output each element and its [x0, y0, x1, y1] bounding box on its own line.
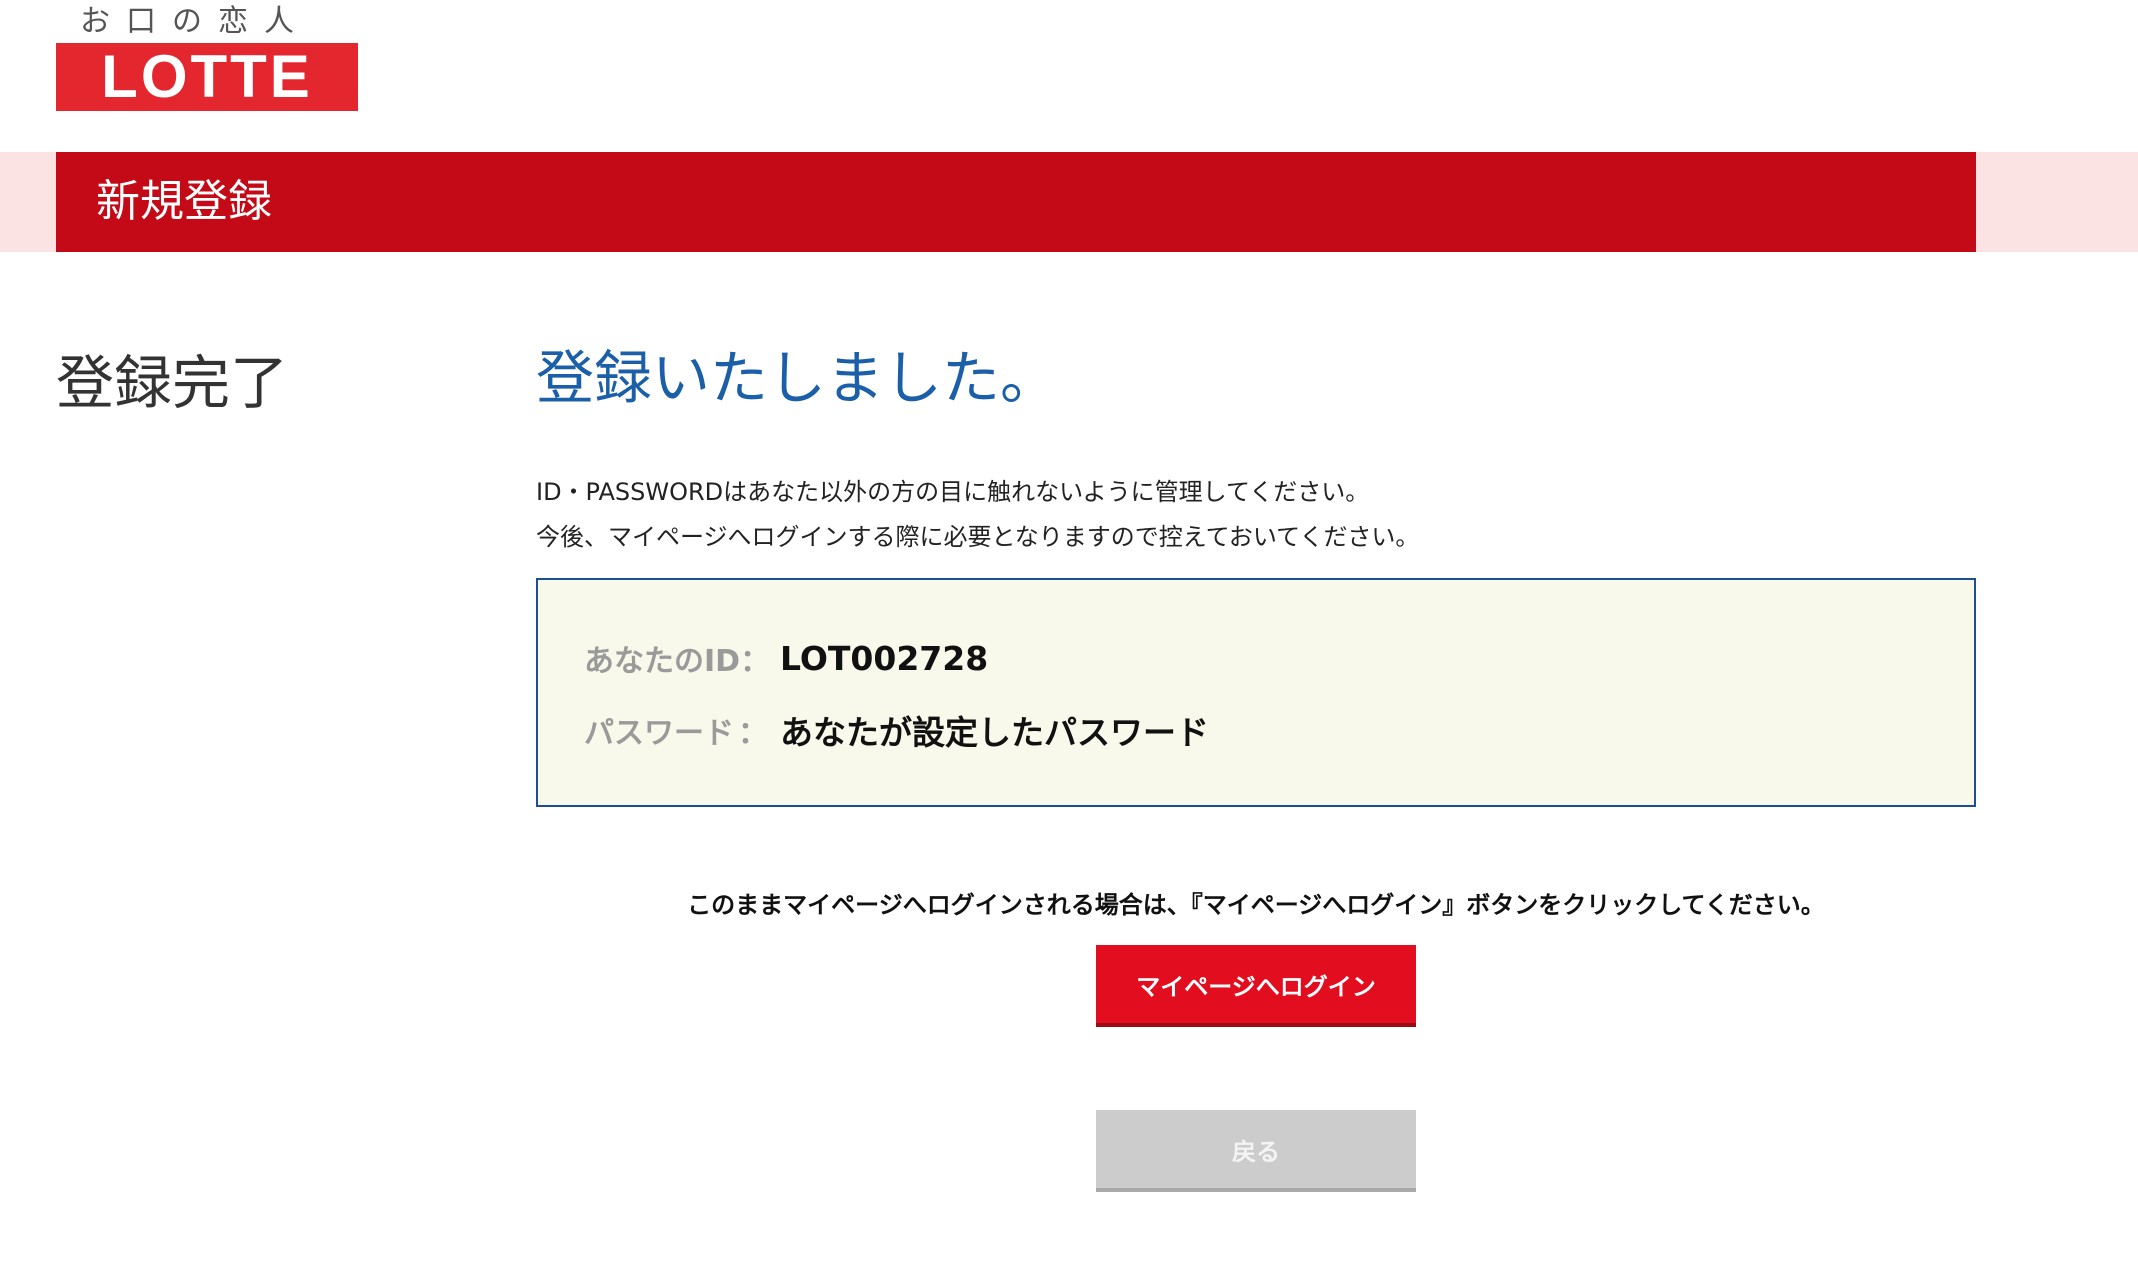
back-button[interactable]: 戻る	[1096, 1110, 1416, 1192]
id-label-text: あなたのID	[584, 644, 741, 679]
id-value: LOT002728	[780, 638, 989, 678]
notice-line: ID・PASSWORDはあなた以外の方の目に触れないように管理してください。	[536, 478, 1370, 506]
password-value: あなたが設定したパスワード	[780, 713, 1209, 752]
logo-text: LOTTE	[101, 43, 313, 110]
account-info-box: あなたのID ： LOT002728 パスワード ： あなたが設定したパスワード	[536, 578, 1976, 807]
mypage-login-button[interactable]: マイページへログイン	[1096, 945, 1416, 1027]
title-band: 新規登録	[56, 152, 1976, 252]
password-label-text: パスワード	[584, 716, 734, 751]
password-row: パスワード ： あなたが設定したパスワード	[584, 706, 1209, 754]
id-label: あなたのID ：	[584, 636, 774, 680]
site-header: お口の恋人 LOTTE	[56, 0, 358, 113]
lotte-logo[interactable]: LOTTE	[56, 43, 358, 111]
completion-heading: 登録いたしました。	[536, 344, 1059, 412]
section-title: 登録完了	[56, 349, 289, 417]
id-separator: ：	[740, 644, 771, 679]
notice-line: 今後、マイページへログインする際に必要となりますので控えておいてください。	[536, 523, 1420, 551]
id-row: あなたのID ： LOT002728	[584, 636, 988, 680]
password-separator: ：	[738, 716, 768, 751]
page-title: 新規登録	[96, 176, 272, 227]
notice-text: ID・PASSWORDはあなた以外の方の目に触れないように管理してください。 今…	[536, 470, 1419, 560]
login-instruction: このままマイページへログインされる場合は、『マイページへログイン』ボタンをクリッ…	[687, 891, 1825, 919]
brand-tagline: お口の恋人	[80, 4, 310, 39]
password-label: パスワード ：	[584, 708, 774, 752]
